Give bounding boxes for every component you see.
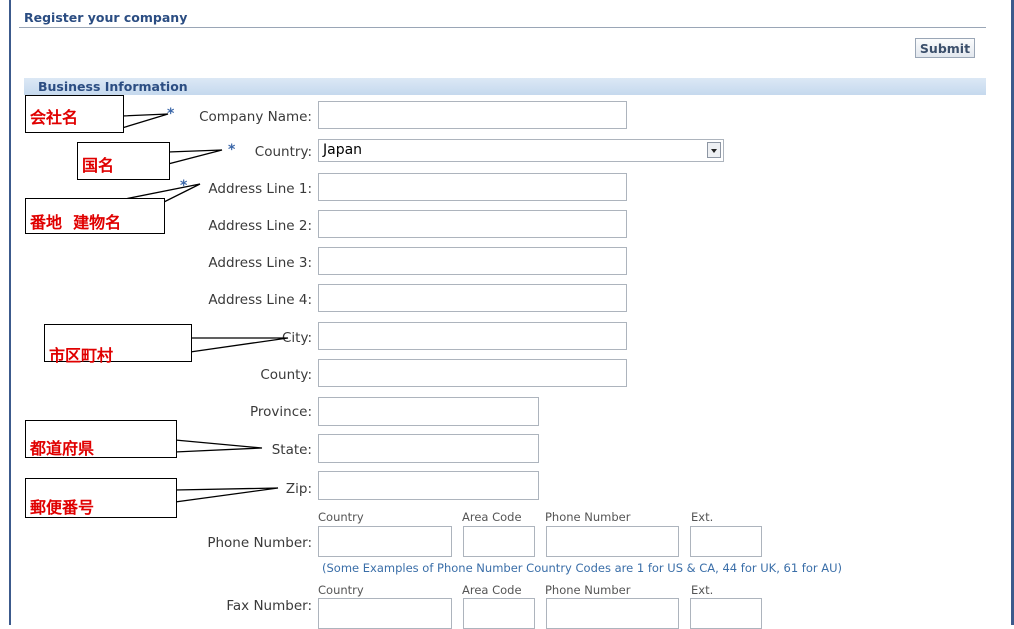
pointer-state bbox=[174, 439, 263, 453]
callout-country: 国名 bbox=[77, 142, 170, 180]
callout-pointers bbox=[118, 113, 289, 503]
callout-company-name: 会社名 bbox=[25, 95, 124, 133]
callout-city: 市区町村 bbox=[44, 324, 192, 365]
pointer-zip bbox=[174, 487, 279, 503]
pointer-city bbox=[189, 337, 289, 353]
callout-zip: 郵便番号 bbox=[25, 478, 177, 518]
pointer-country bbox=[167, 149, 223, 165]
pointer-company-name bbox=[121, 113, 169, 129]
callout-state: 都道府県 bbox=[25, 420, 177, 458]
callout-address: 番地 建物名 bbox=[25, 198, 165, 234]
